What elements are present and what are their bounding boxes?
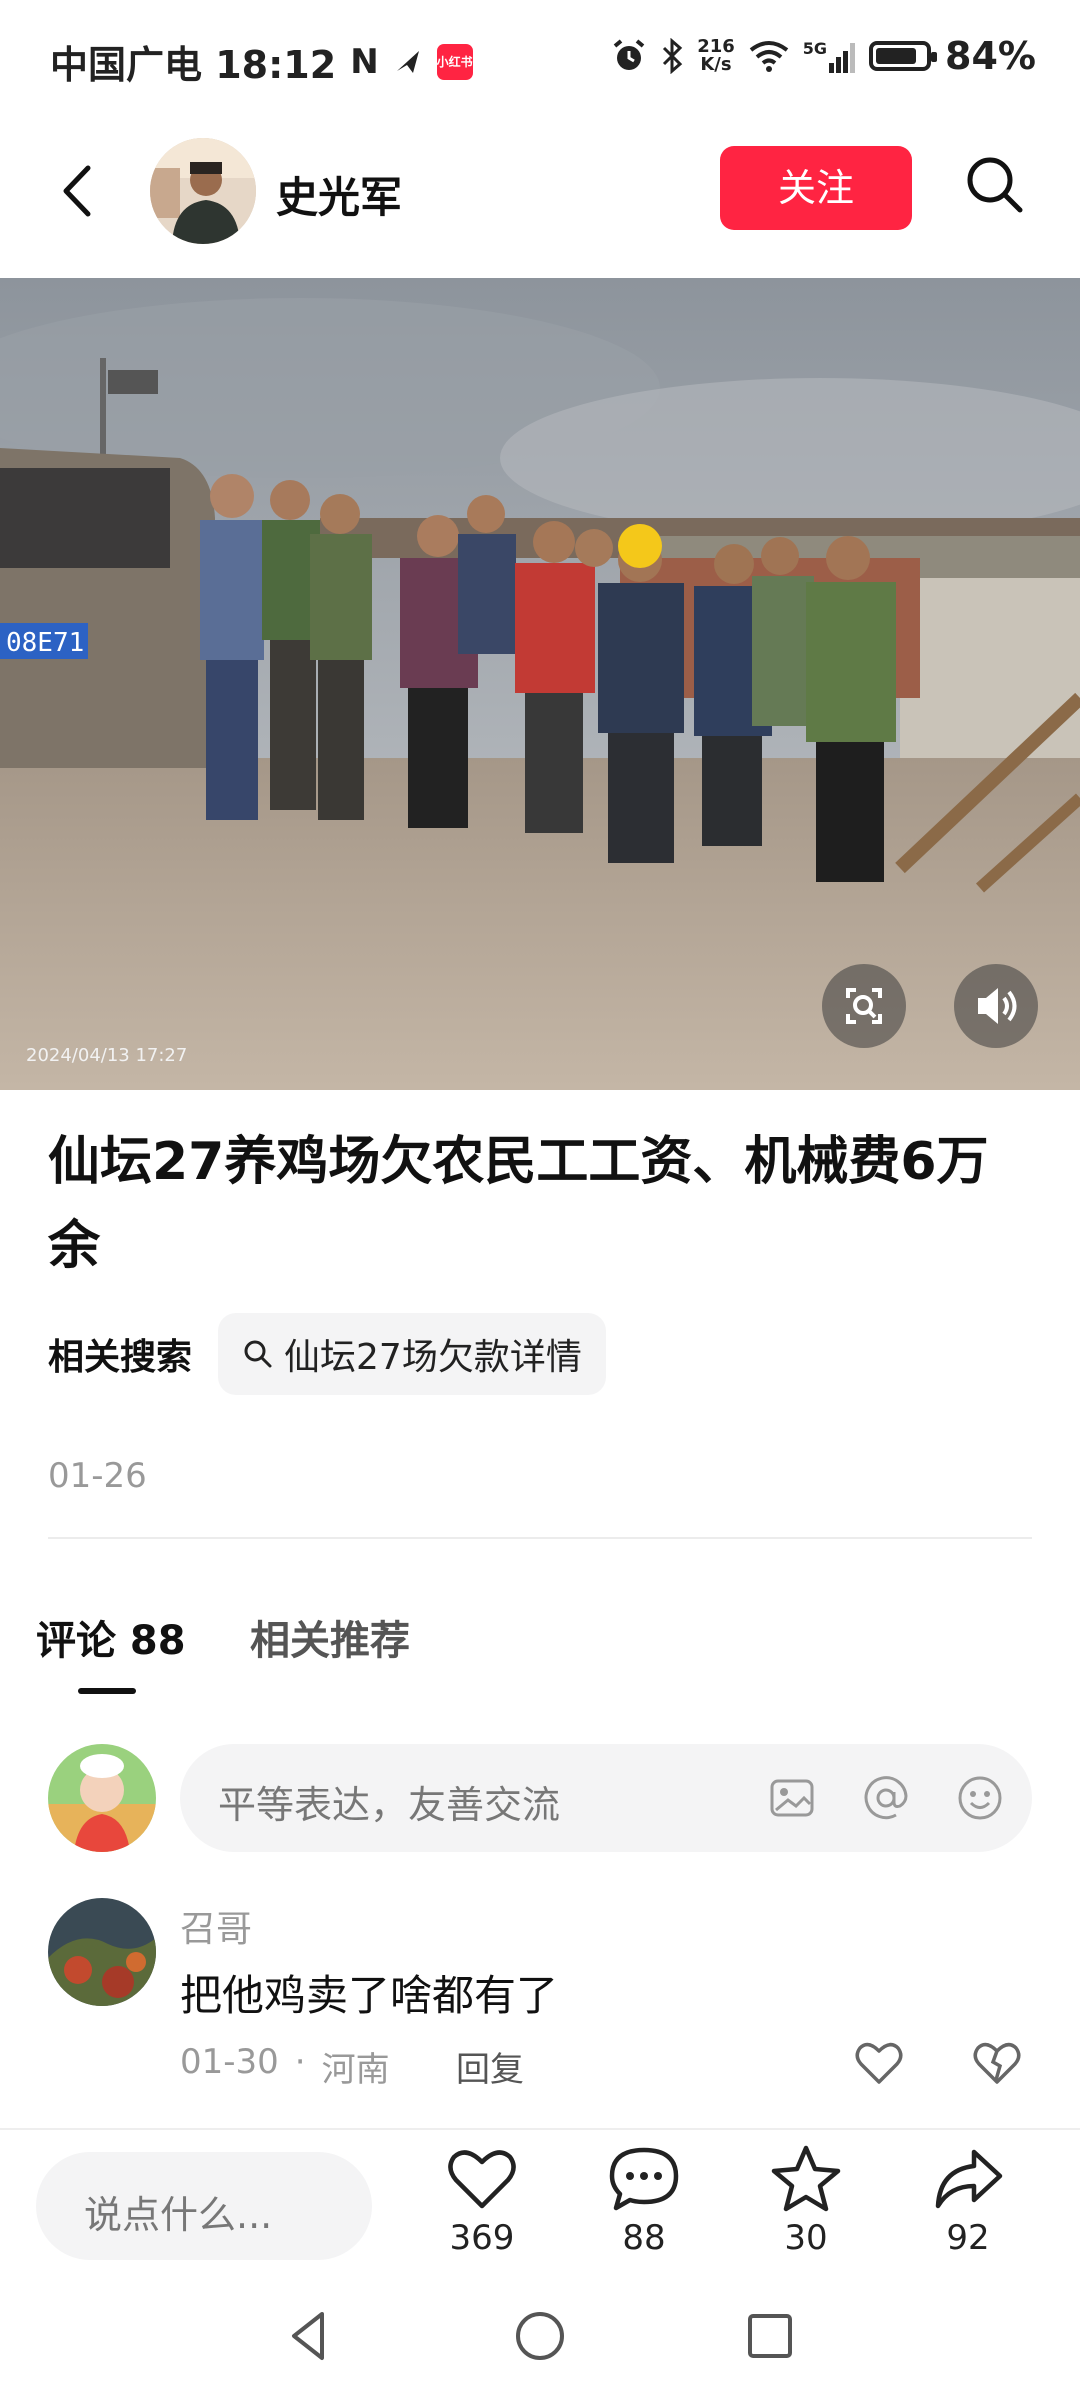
- favorite-button[interactable]: 30: [746, 2144, 866, 2258]
- related-search-label: 相关搜索: [48, 1337, 193, 1378]
- wifi-icon: [749, 41, 788, 72]
- divider: [48, 1537, 1032, 1539]
- broken-heart-icon[interactable]: [970, 2036, 1024, 2090]
- reply-button[interactable]: 回复: [456, 2042, 524, 2091]
- app-badge-icon: 小红书: [436, 43, 473, 80]
- license-plate: 08E71: [6, 628, 84, 658]
- tab-related-recommendations[interactable]: 相关推荐: [250, 1608, 410, 1666]
- related-search: 相关搜索 仙坛27场欠款详情: [48, 1312, 606, 1396]
- battery-percent: 84%: [945, 34, 1036, 78]
- search-icon: [244, 1340, 272, 1368]
- heart-icon[interactable]: [852, 2036, 906, 2090]
- alarm-icon: [613, 39, 645, 70]
- related-search-query: 仙坛27场欠款详情: [284, 1337, 582, 1378]
- image-icon[interactable]: [766, 1772, 818, 1824]
- status-bar: 中国广电 18:12 N 小红书 216 K/s 5G 84%: [0, 0, 1080, 120]
- author-avatar-image: [150, 138, 256, 244]
- share-count: 92: [946, 2218, 990, 2258]
- active-tab-indicator: [78, 1688, 136, 1694]
- video-player[interactable]: 08E71 2024/04/13 17:27: [0, 278, 1080, 1090]
- meta-separator: ·: [294, 2042, 306, 2082]
- bottom-action-bar: 说点什么... 369 88 30 92: [0, 2128, 1080, 2280]
- status-right: 216 K/s 5G 84%: [611, 34, 1036, 78]
- tab-comments[interactable]: 评论 88: [36, 1608, 186, 1666]
- search-icon[interactable]: [960, 150, 1030, 220]
- author-name[interactable]: 史光军: [276, 164, 402, 225]
- back-arrow-icon[interactable]: [52, 156, 112, 226]
- scan-button[interactable]: [822, 964, 906, 1048]
- cell-signal: 5G: [802, 39, 856, 73]
- comment-meta: 01-30 · 河南: [180, 2042, 390, 2091]
- comment-text: 把他鸡卖了啥都有了: [180, 1971, 559, 2020]
- share-button[interactable]: 92: [908, 2144, 1028, 2258]
- my-avatar-image: [48, 1744, 156, 1852]
- net-speed: 216 K/s: [697, 38, 735, 74]
- video-timestamp: 2024/04/13 17:27: [26, 1045, 187, 1066]
- nfc-icon: N: [350, 41, 379, 82]
- comment-count: 88: [622, 2218, 666, 2258]
- comment-avatar[interactable]: [48, 1898, 156, 2006]
- star-icon: [771, 2145, 841, 2212]
- post-title: 仙坛27养鸡场欠农民工工资、机械费6万余: [48, 1132, 989, 1276]
- bluetooth-icon: [663, 38, 683, 74]
- volume-button[interactable]: [954, 964, 1038, 1048]
- nav-back-icon[interactable]: [280, 2306, 340, 2366]
- comment-avatar-image: [48, 1898, 156, 2006]
- author-avatar[interactable]: [150, 138, 256, 244]
- video-frame: 08E71 2024/04/13 17:27: [0, 278, 1080, 1090]
- heart-icon: [448, 2150, 516, 2209]
- comment-date: 01-30: [180, 2042, 279, 2082]
- battery-icon: [869, 41, 938, 71]
- say-something-placeholder: 说点什么...: [84, 2193, 273, 2237]
- comment-input[interactable]: 平等表达，友善交流: [180, 1744, 1032, 1852]
- system-navigation-bar: [0, 2290, 1080, 2388]
- say-something-input[interactable]: 说点什么...: [36, 2152, 372, 2260]
- net-speed-unit: K/s: [700, 54, 732, 75]
- comment-input-placeholder: 平等表达，友善交流: [218, 1783, 561, 1827]
- nav-home-icon[interactable]: [510, 2306, 570, 2366]
- at-icon[interactable]: [860, 1772, 912, 1824]
- scan-icon: [846, 988, 882, 1024]
- my-avatar: [48, 1744, 156, 1852]
- signal-arrow-icon: [396, 50, 419, 73]
- volume-icon: [978, 988, 1017, 1024]
- status-left: 中国广电 18:12 N 小红书: [50, 34, 473, 89]
- network-type: 5G: [802, 39, 828, 58]
- comment-button[interactable]: 88: [584, 2144, 704, 2258]
- comment-bubble-icon: [609, 2147, 679, 2211]
- like-button[interactable]: 369: [422, 2144, 542, 2258]
- emoji-icon[interactable]: [954, 1772, 1006, 1824]
- comment-username[interactable]: 召哥: [180, 1900, 252, 1952]
- post-header: 史光军 关注: [0, 130, 1080, 250]
- carrier-time: 中国广电 18:12: [50, 43, 337, 87]
- related-search-chip[interactable]: 仙坛27场欠款详情: [218, 1313, 606, 1395]
- comment-location: 河南: [321, 2050, 390, 2090]
- nav-recents-icon[interactable]: [740, 2306, 800, 2366]
- like-count: 369: [449, 2218, 515, 2258]
- follow-button[interactable]: 关注: [720, 146, 912, 230]
- favorite-count: 30: [784, 2218, 828, 2258]
- share-arrow-icon: [935, 2149, 1003, 2209]
- post-date: 01-26: [48, 1456, 147, 1496]
